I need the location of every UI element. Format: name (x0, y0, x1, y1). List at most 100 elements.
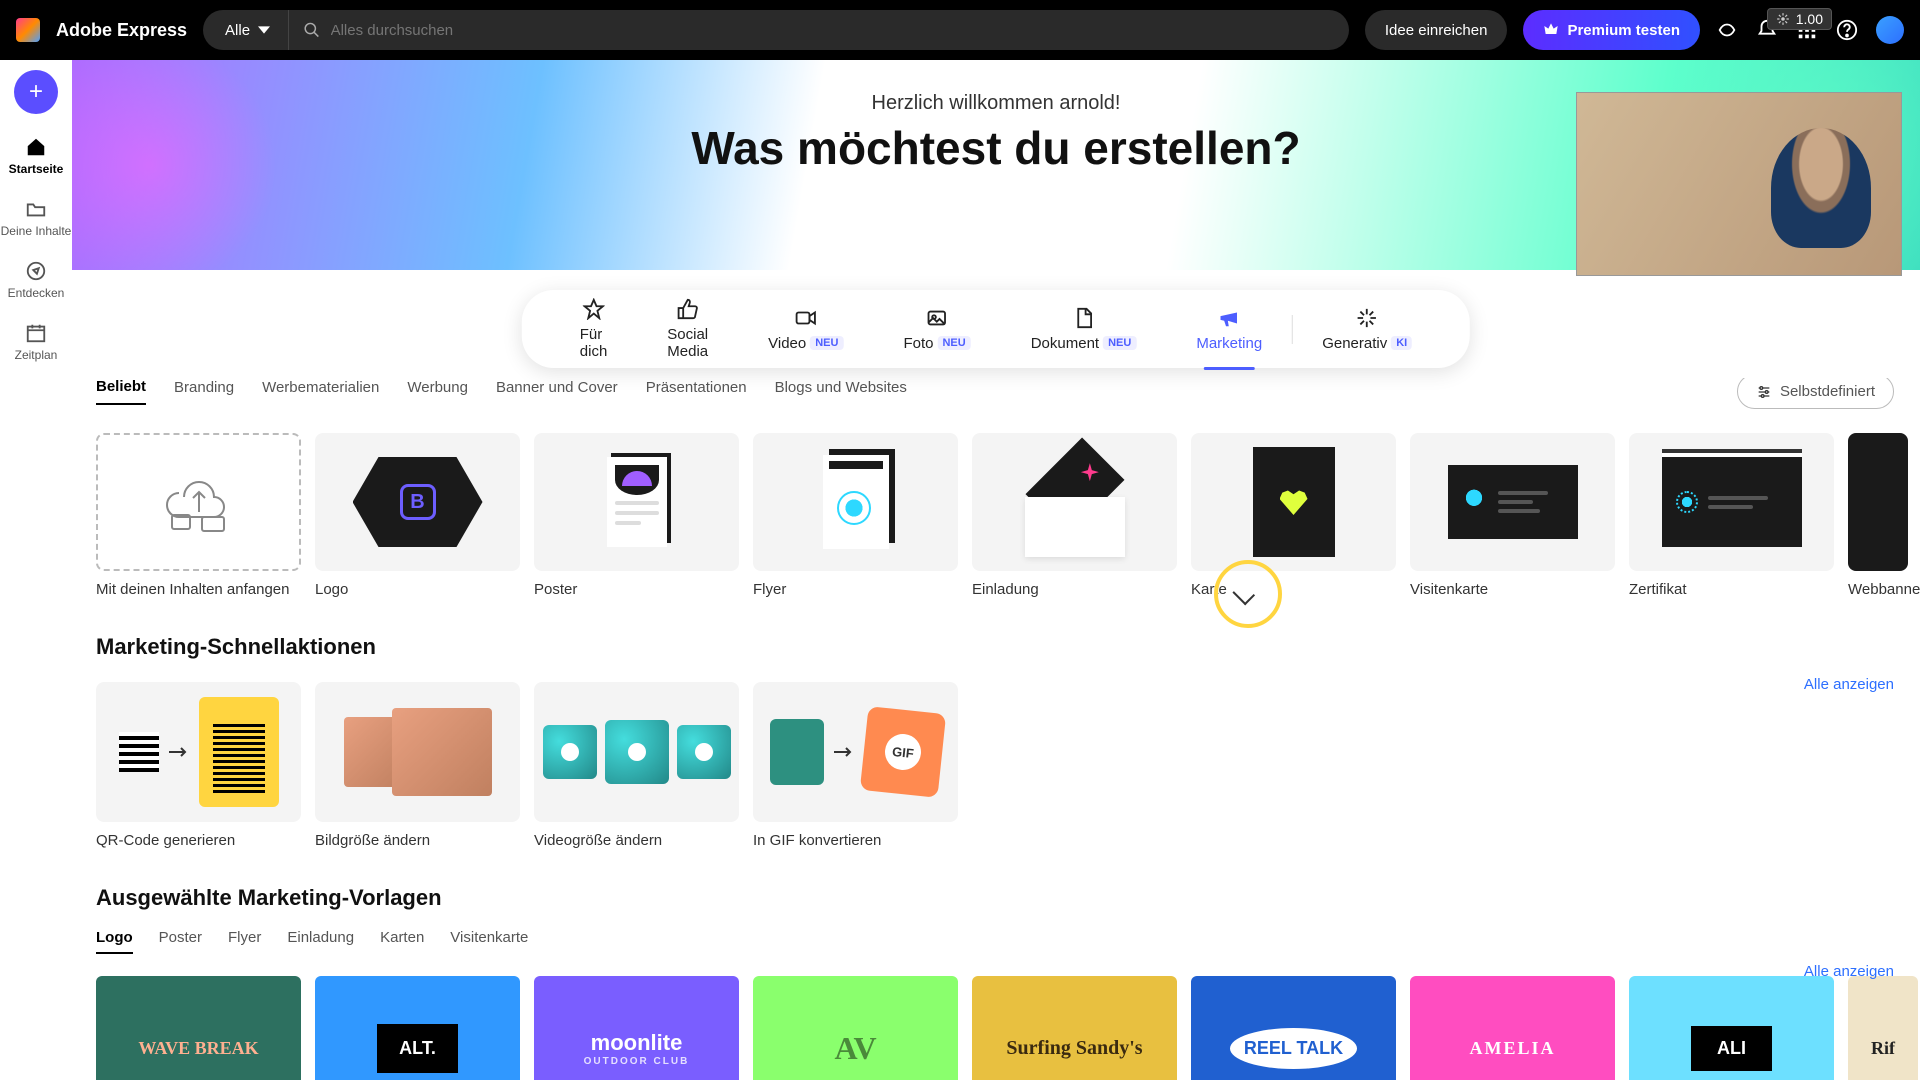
custom-size-button[interactable]: Selbstdefiniert (1737, 378, 1894, 409)
card-start-with-content[interactable]: Mit deinen Inhalten anfangen (96, 433, 301, 598)
search-input-wrap (289, 21, 1349, 39)
qa-convert-gif[interactable]: In GIF konvertieren (753, 682, 958, 849)
card-invitation[interactable]: Einladung (972, 433, 1177, 598)
arrow-icon (834, 746, 854, 758)
qa-label: Bildgröße ändern (315, 832, 520, 849)
tpl-tab-logo[interactable]: Logo (96, 929, 133, 954)
card-certificate[interactable]: Zertifikat (1629, 433, 1834, 598)
user-avatar[interactable] (1876, 16, 1904, 44)
cat-label: Dokument (1031, 335, 1099, 352)
tab-blogs[interactable]: Blogs und Websites (775, 379, 907, 404)
search-icon (303, 21, 321, 39)
create-new-fab[interactable]: + (14, 70, 58, 114)
left-sidebar: + Startseite Deine Inhalte Entdecken Zei… (0, 60, 72, 1080)
template-item[interactable]: AV (753, 976, 958, 1080)
template-item[interactable]: moonliteOUTDOOR CLUB (534, 976, 739, 1080)
card-business-card[interactable]: Visitenkarte (1410, 433, 1615, 598)
share-icon[interactable] (1716, 19, 1738, 41)
crown-icon (1543, 22, 1559, 38)
cat-label: Foto (903, 335, 933, 352)
search-bar: Alle (203, 10, 1349, 50)
custom-label: Selbstdefiniert (1780, 383, 1875, 400)
tab-banner[interactable]: Banner und Cover (496, 379, 618, 404)
templates-heading: Ausgewählte Marketing-Vorlagen (96, 885, 1920, 911)
video-icon (795, 307, 817, 329)
sidebar-label: Entdecken (8, 286, 65, 300)
sidebar-item-schedule[interactable]: Zeitplan (15, 322, 58, 362)
gear-icon (1776, 12, 1790, 26)
help-icon[interactable] (1836, 19, 1858, 41)
card-flyer[interactable]: Flyer (753, 433, 958, 598)
arrow-icon (169, 746, 189, 758)
submit-idea-button[interactable]: Idee einreichen (1365, 10, 1508, 50)
category-document[interactable]: Dokument NEU (1001, 307, 1167, 352)
tpl-tab-business[interactable]: Visitenkarte (450, 929, 528, 954)
qa-label: QR-Code generieren (96, 832, 301, 849)
card-logo[interactable]: B Logo (315, 433, 520, 598)
qa-resize-image[interactable]: Bildgröße ändern (315, 682, 520, 849)
cat-label: Generativ (1322, 335, 1387, 352)
tab-materials[interactable]: Werbematerialien (262, 379, 379, 404)
qa-label: Videogröße ändern (534, 832, 739, 849)
cursor-highlight (1214, 560, 1282, 628)
category-video[interactable]: Video NEU (738, 307, 873, 352)
card-label: Logo (315, 581, 520, 598)
new-badge: NEU (810, 336, 843, 350)
template-item[interactable]: Surfing Sandy's (972, 976, 1177, 1080)
category-bar: Für dich Social Media VideoNEU FotoNEU D… (522, 290, 1470, 368)
tab-advertising[interactable]: Werbung (407, 379, 468, 404)
sidebar-label: Deine Inhalte (1, 224, 72, 238)
template-tabs: Logo Poster Flyer Einladung Karten Visit… (96, 929, 1920, 954)
tab-branding[interactable]: Branding (174, 379, 234, 404)
tpl-tab-poster[interactable]: Poster (159, 929, 202, 954)
cat-label: Marketing (1196, 335, 1262, 352)
sidebar-label: Zeitplan (15, 348, 58, 362)
search-filter-label: Alle (225, 22, 250, 39)
see-all-link[interactable]: Alle anzeigen (1804, 676, 1894, 693)
sidebar-item-your-content[interactable]: Deine Inhalte (1, 198, 72, 238)
category-social-media[interactable]: Social Media (637, 298, 738, 360)
card-label: Visitenkarte (1410, 581, 1615, 598)
template-item[interactable]: Rif (1848, 976, 1918, 1080)
qa-resize-video[interactable]: Videogröße ändern (534, 682, 739, 849)
template-item[interactable]: ALT. (315, 976, 520, 1080)
filter-tabs: Beliebt Branding Werbematerialien Werbun… (96, 378, 1920, 405)
tpl-tab-cards[interactable]: Karten (380, 929, 424, 954)
thumbs-up-icon (677, 298, 699, 320)
photo-icon (926, 307, 948, 329)
template-item[interactable]: AMELIA (1410, 976, 1615, 1080)
card-poster[interactable]: Poster (534, 433, 739, 598)
cat-label: Video (768, 335, 806, 352)
megaphone-icon (1218, 307, 1240, 329)
webcam-preview (1576, 92, 1902, 276)
search-filter-dropdown[interactable]: Alle (203, 10, 289, 50)
category-for-you[interactable]: Für dich (550, 298, 638, 360)
sidebar-item-discover[interactable]: Entdecken (8, 260, 65, 300)
card-webbanner[interactable]: Webbanner (1848, 433, 1908, 598)
qa-qr-code[interactable]: QR-Code generieren (96, 682, 301, 849)
see-all-link[interactable]: Alle anzeigen (1804, 963, 1894, 980)
new-badge: NEU (1103, 336, 1136, 350)
template-item[interactable]: WAVE BREAK (96, 976, 301, 1080)
search-input[interactable] (331, 22, 1335, 39)
adobe-logo-icon (16, 18, 40, 42)
category-generative[interactable]: GenerativKI (1292, 307, 1442, 352)
template-item[interactable]: REEL TALK (1191, 976, 1396, 1080)
sparkle-icon (1356, 307, 1378, 329)
template-item[interactable]: ALI (1629, 976, 1834, 1080)
upload-art (96, 433, 301, 571)
card-label: Zertifikat (1629, 581, 1834, 598)
zoom-value: 1.00 (1796, 11, 1823, 27)
document-icon (1073, 307, 1095, 329)
try-premium-button[interactable]: Premium testen (1523, 10, 1700, 50)
tab-popular[interactable]: Beliebt (96, 378, 146, 405)
sidebar-item-home[interactable]: Startseite (9, 136, 64, 176)
category-marketing[interactable]: Marketing (1166, 307, 1292, 352)
tpl-tab-flyer[interactable]: Flyer (228, 929, 261, 954)
tab-presentations[interactable]: Präsentationen (646, 379, 747, 404)
calendar-icon (25, 322, 47, 344)
hero-welcome-text: Herzlich willkommen arnold! (872, 92, 1121, 115)
tpl-tab-invitation[interactable]: Einladung (287, 929, 354, 954)
card-label: Mit deinen Inhalten anfangen (96, 581, 301, 598)
category-photo[interactable]: FotoNEU (873, 307, 1000, 352)
